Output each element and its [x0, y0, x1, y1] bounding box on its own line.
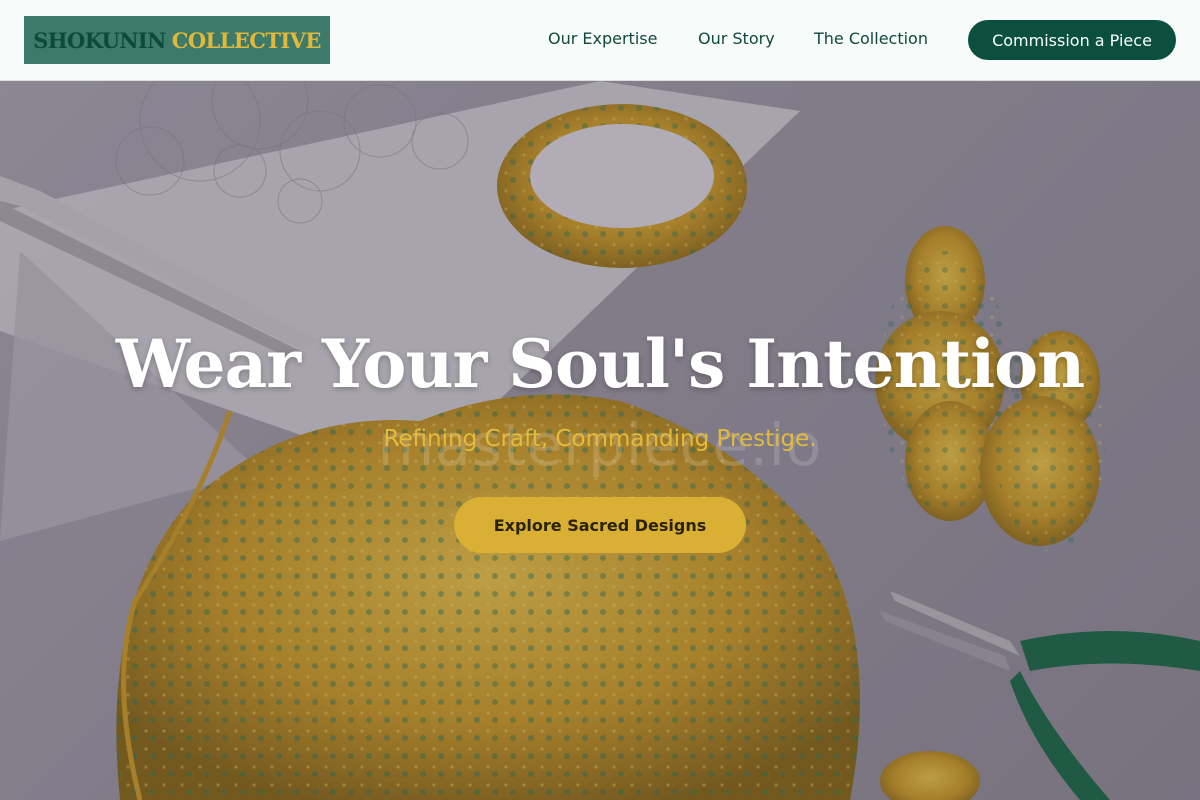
hero-headline: Wear Your Soul's Intention: [115, 325, 1085, 403]
logo-word-shokunin: SHOKUNIN: [33, 27, 166, 53]
nav-link-our-story[interactable]: Our Story: [698, 29, 775, 48]
logo-word-collective: COLLECTIVE: [171, 27, 322, 53]
commission-piece-button[interactable]: Commission a Piece: [968, 20, 1176, 60]
nav-link-the-collection[interactable]: The Collection: [814, 29, 928, 48]
nav-link-our-expertise[interactable]: Our Expertise: [548, 29, 657, 48]
brand-logo[interactable]: SHOKUNIN COLLECTIVE: [24, 16, 330, 64]
explore-sacred-designs-button[interactable]: Explore Sacred Designs: [454, 497, 746, 553]
hero-tagline: Refining Craft, Commanding Prestige.: [383, 426, 817, 452]
hero-section: masterpiece.io Wear Your Soul's Intentio…: [0, 81, 1200, 800]
top-navbar: SHOKUNIN COLLECTIVE Our Expertise Our St…: [0, 0, 1200, 81]
